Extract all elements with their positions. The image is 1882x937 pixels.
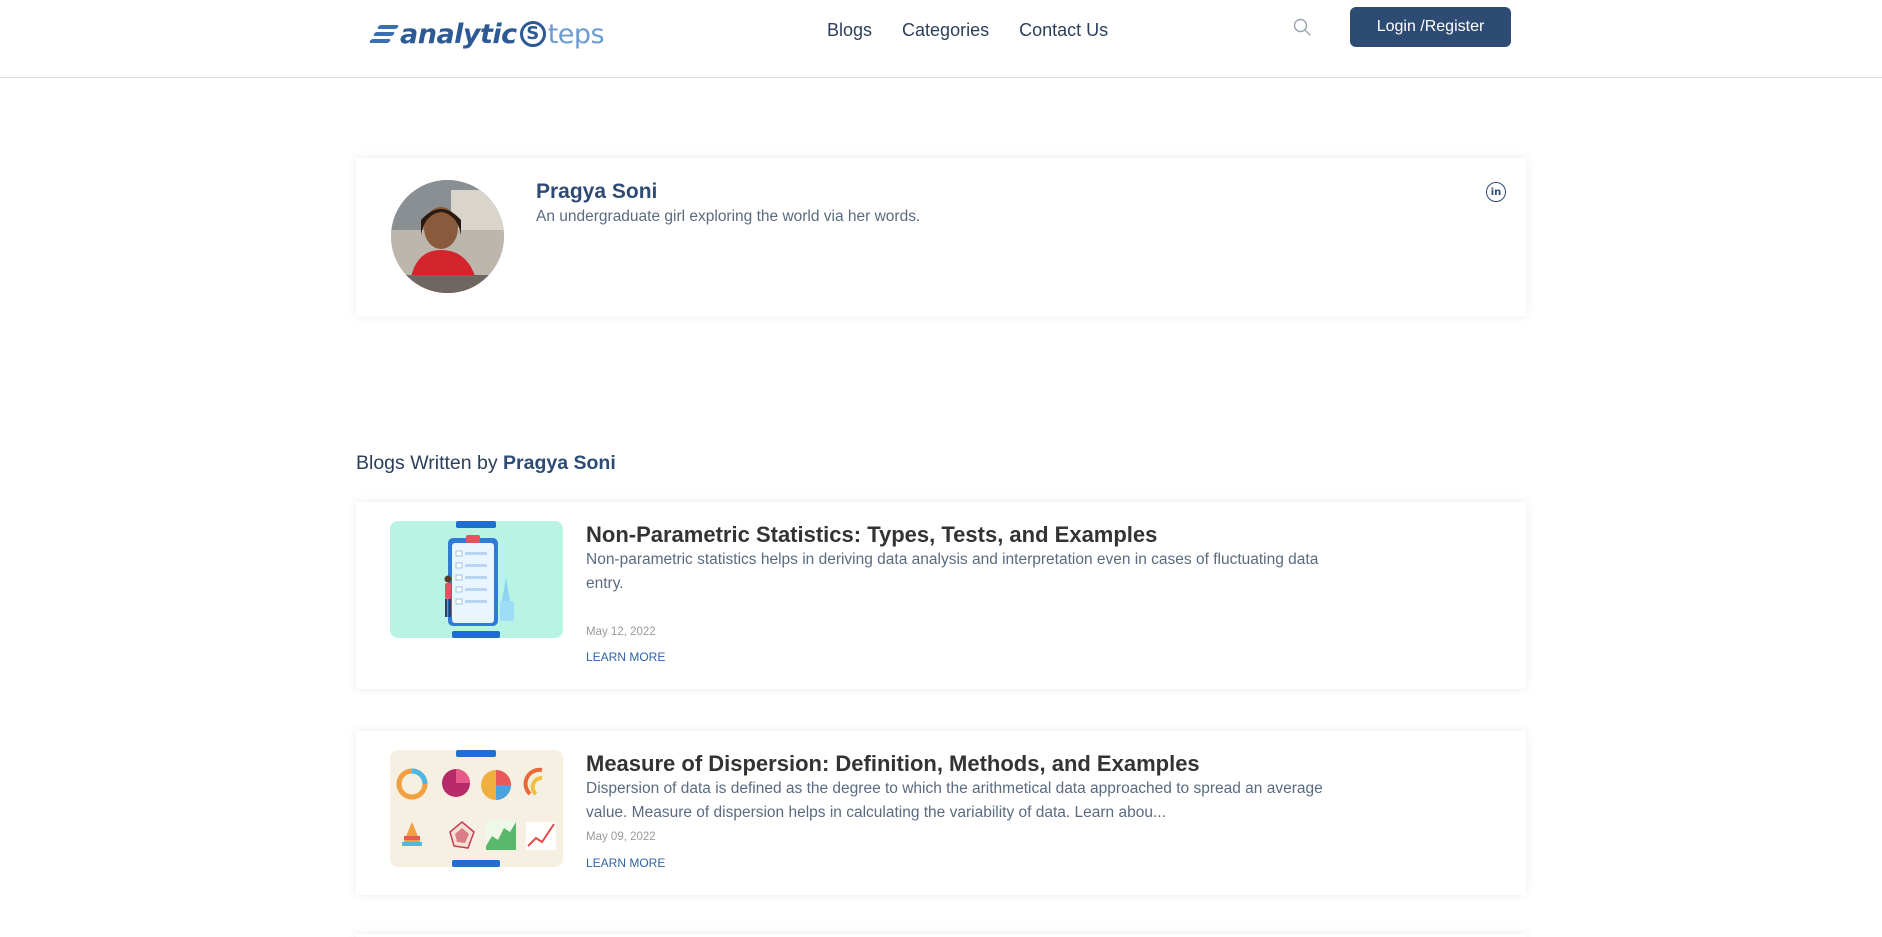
blog-thumbnail[interactable] — [390, 521, 563, 638]
blog-title[interactable]: Non-Parametric Statistics: Types, Tests,… — [586, 522, 1157, 548]
blog-title[interactable]: Measure of Dispersion: Definition, Metho… — [586, 751, 1200, 777]
author-bio: An undergraduate girl exploring the worl… — [536, 208, 921, 225]
author-profile-card: Pragya Soni An undergraduate girl explor… — [356, 158, 1526, 316]
logo-mark-icon — [368, 24, 400, 44]
blog-thumbnail[interactable] — [390, 750, 563, 867]
logo-s-mark: S — [519, 21, 546, 47]
nav-categories[interactable]: Categories — [902, 20, 989, 41]
logo-text-primary: analytic — [400, 18, 517, 50]
section-title-prefix: Blogs Written by — [356, 452, 504, 474]
learn-more-link[interactable]: LEARN MORE — [586, 650, 665, 664]
blog-description: Non-parametric statistics helps in deriv… — [586, 551, 1319, 592]
login-register-button[interactable]: Login /Register — [1350, 7, 1511, 47]
blog-description: Dispersion of data is defined as the deg… — [586, 780, 1323, 821]
blogs-section-title: Blogs Written by Pragya Soni — [356, 452, 616, 475]
nav-blogs[interactable]: Blogs — [827, 20, 872, 41]
logo-text-secondary: teps — [547, 18, 605, 50]
search-icon[interactable] — [1292, 17, 1312, 37]
blog-date: May 09, 2022 — [586, 831, 656, 843]
main-nav: Blogs Categories Contact Us — [827, 20, 1108, 41]
site-header: analytic S teps Blogs Categories Contact… — [0, 0, 1882, 78]
blog-card[interactable]: Measure of Dispersion: Definition, Metho… — [356, 731, 1526, 895]
section-title-author: Pragya Soni — [503, 452, 616, 474]
blog-date: May 12, 2022 — [586, 626, 656, 638]
blog-card[interactable]: Non-Parametric Statistics: Types, Tests,… — [356, 502, 1526, 689]
site-logo[interactable]: analytic S teps — [368, 14, 605, 54]
author-name: Pragya Soni — [536, 180, 658, 203]
author-avatar — [391, 180, 504, 293]
linkedin-icon[interactable]: in — [1486, 182, 1506, 202]
nav-contact-us[interactable]: Contact Us — [1019, 20, 1108, 41]
learn-more-link[interactable]: LEARN MORE — [586, 856, 665, 870]
